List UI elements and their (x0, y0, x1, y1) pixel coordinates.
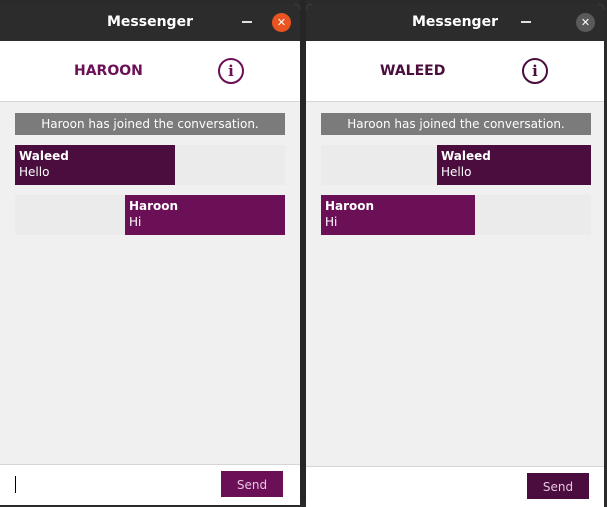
minimize-button[interactable] (521, 21, 531, 23)
send-button[interactable]: Send (221, 471, 283, 497)
message-row: Waleed Hello (15, 145, 285, 185)
window-title: Messenger (107, 14, 193, 30)
messenger-window-waleed: Messenger ✕ WALEED i Haroon has joined t… (306, 4, 604, 507)
message-input[interactable] (8, 471, 212, 499)
message-row: Waleed Hello (321, 145, 591, 185)
chat-header: HAROON i (0, 41, 300, 102)
title-bar[interactable]: Messenger ✕ (306, 4, 604, 41)
desktop: Messenger ✕ HAROON i Haroon has joined t… (0, 0, 607, 507)
message-text: Hello (441, 165, 472, 179)
message-bubble-received: Waleed Hello (15, 145, 175, 185)
messenger-window-haroon: Messenger ✕ HAROON i Haroon has joined t… (0, 4, 300, 505)
message-bubble-sent: Haroon Hi (125, 195, 285, 235)
contact-name: HAROON (74, 63, 143, 79)
message-sender: Waleed (441, 149, 491, 163)
message-bubble-sent: Waleed Hello (437, 145, 591, 185)
message-text: Hello (19, 165, 50, 179)
text-cursor (15, 476, 16, 493)
system-message: Haroon has joined the conversation. (321, 113, 591, 135)
contact-name: WALEED (380, 63, 446, 79)
message-row: Haroon Hi (15, 195, 285, 235)
title-bar[interactable]: Messenger ✕ (0, 4, 300, 41)
message-sender: Haroon (129, 199, 179, 213)
message-list: Haroon has joined the conversation. Wale… (15, 113, 285, 235)
compose-bar: Send (0, 464, 300, 505)
window-title: Messenger (412, 14, 498, 30)
system-message: Haroon has joined the conversation. (15, 113, 285, 135)
message-sender: Waleed (19, 149, 69, 163)
message-sender: Haroon (325, 199, 375, 213)
message-text: Hi (129, 215, 142, 229)
close-button[interactable]: ✕ (272, 13, 291, 32)
minimize-button[interactable] (242, 21, 252, 23)
message-bubble-received: Haroon Hi (321, 195, 475, 235)
close-icon: ✕ (276, 16, 287, 29)
chat-header: WALEED i (306, 41, 604, 102)
compose-bar: Send (306, 466, 604, 507)
message-row: Haroon Hi (321, 195, 591, 235)
info-icon[interactable]: i (522, 58, 548, 84)
close-button[interactable]: ✕ (576, 13, 595, 32)
close-icon: ✕ (580, 16, 591, 29)
message-input[interactable] (314, 473, 518, 501)
info-icon[interactable]: i (218, 58, 244, 84)
send-button[interactable]: Send (527, 473, 589, 499)
message-list: Haroon has joined the conversation. Wale… (321, 113, 591, 235)
message-text: Hi (325, 215, 338, 229)
